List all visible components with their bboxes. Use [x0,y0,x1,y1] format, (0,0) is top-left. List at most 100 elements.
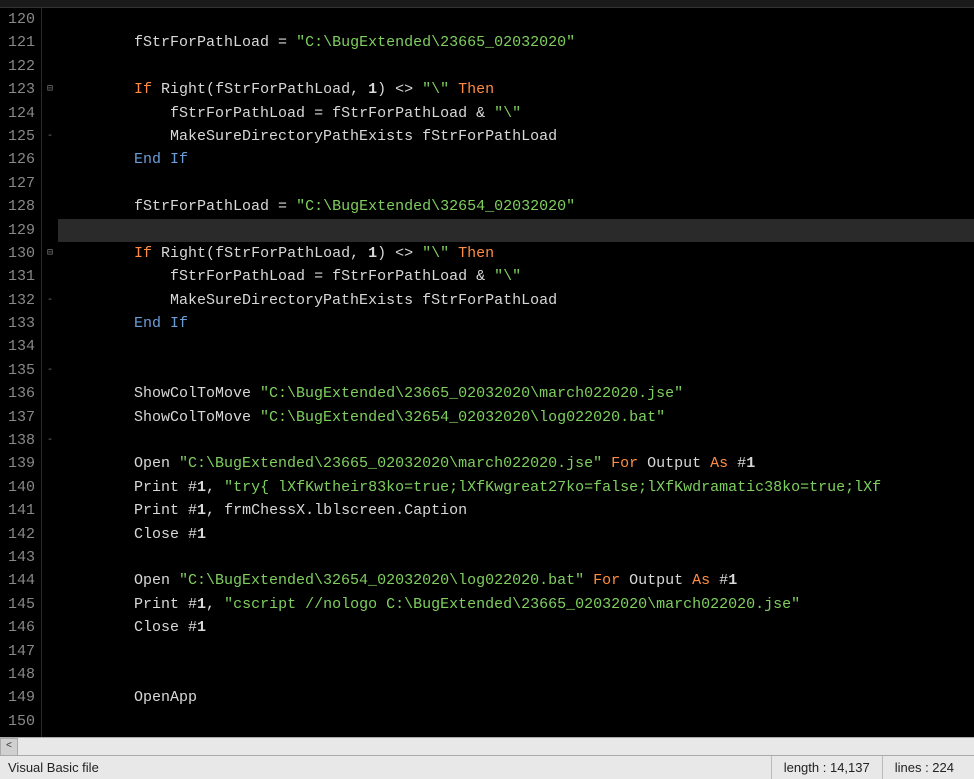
fold-marker [42,523,58,546]
fold-column[interactable]: ⊟ - ⊟ - - - [42,8,58,737]
fold-marker [42,593,58,616]
line-number: 127 [2,172,35,195]
code-line[interactable]: fStrForPathLoad = "C:\BugExtended\23665_… [58,31,974,54]
fold-marker [42,312,58,335]
code-line[interactable] [58,663,974,686]
line-number: 142 [2,523,35,546]
line-number: 133 [2,312,35,335]
code-line[interactable] [58,8,974,31]
line-number: 126 [2,148,35,171]
code-line[interactable] [58,359,974,382]
code-line[interactable]: ShowColToMove "C:\BugExtended\32654_0203… [58,406,974,429]
line-number: 146 [2,616,35,639]
fold-marker [42,31,58,54]
line-number: 141 [2,499,35,522]
line-number: 122 [2,55,35,78]
code-line[interactable]: End If [58,148,974,171]
code-line[interactable]: Open "C:\BugExtended\23665_02032020\marc… [58,452,974,475]
fold-marker [42,476,58,499]
line-number: 136 [2,382,35,405]
line-number: 139 [2,452,35,475]
code-line[interactable] [58,55,974,78]
fold-marker [42,102,58,125]
code-line[interactable]: Print #1, "try{ lXfKwtheir83ko=true;lXfK… [58,476,974,499]
line-number: 128 [2,195,35,218]
code-line[interactable] [58,710,974,733]
code-line[interactable]: OpenApp [58,686,974,709]
status-lines: lines : 224 [882,756,966,779]
code-line[interactable] [58,640,974,663]
code-line[interactable]: fStrForPathLoad = "C:\BugExtended\32654_… [58,195,974,218]
fold-marker [42,265,58,288]
code-line[interactable]: End If [58,312,974,335]
line-number: 129 [2,219,35,242]
line-number: 137 [2,406,35,429]
fold-marker [42,148,58,171]
code-line[interactable]: Print #1, "cscript //nologo C:\BugExtend… [58,593,974,616]
fold-marker [42,616,58,639]
fold-marker [42,663,58,686]
fold-marker [42,546,58,569]
code-line[interactable]: If Right(fStrForPathLoad, 1) <> "\" Then [58,242,974,265]
status-length: length : 14,137 [771,756,882,779]
fold-marker [42,569,58,592]
fold-marker [42,55,58,78]
code-line[interactable] [58,172,974,195]
line-number: 148 [2,663,35,686]
fold-marker[interactable]: - [42,429,58,452]
line-number: 130 [2,242,35,265]
line-number: 138 [2,429,35,452]
line-number: 143 [2,546,35,569]
code-line[interactable]: Open "C:\BugExtended\32654_02032020\log0… [58,569,974,592]
line-number-gutter[interactable]: 1201211221231241251261271281291301311321… [0,8,42,737]
code-line[interactable]: If Right(fStrForPathLoad, 1) <> "\" Then [58,78,974,101]
fold-marker [42,219,58,242]
code-line[interactable] [58,546,974,569]
line-number: 132 [2,289,35,312]
code-line[interactable]: fStrForPathLoad = fStrForPathLoad & "\" [58,102,974,125]
code-line[interactable]: Close #1 [58,523,974,546]
fold-marker[interactable]: - [42,289,58,312]
line-number: 123 [2,78,35,101]
code-line[interactable]: ShowColToMove "C:\BugExtended\23665_0203… [58,382,974,405]
fold-marker[interactable]: - [42,359,58,382]
scroll-left-button[interactable]: < [0,738,18,756]
tab-bar[interactable] [0,0,974,8]
status-bar: Visual Basic file length : 14,137 lines … [0,755,974,779]
fold-marker[interactable]: ⊟ [42,78,58,101]
line-number: 140 [2,476,35,499]
fold-marker [42,172,58,195]
status-filetype: Visual Basic file [8,756,111,779]
fold-marker[interactable]: ⊟ [42,242,58,265]
code-line[interactable] [58,429,974,452]
line-number: 121 [2,31,35,54]
code-line[interactable]: Print #1, frmChessX.lblscreen.Caption [58,499,974,522]
line-number: 150 [2,710,35,733]
line-number: 125 [2,125,35,148]
code-line[interactable]: fStrForPathLoad = fStrForPathLoad & "\" [58,265,974,288]
fold-marker [42,640,58,663]
fold-marker [42,335,58,358]
line-number: 144 [2,569,35,592]
fold-marker[interactable]: - [42,125,58,148]
code-line[interactable] [58,219,974,242]
code-area[interactable]: fStrForPathLoad = "C:\BugExtended\23665_… [58,8,974,737]
line-number: 131 [2,265,35,288]
line-number: 134 [2,335,35,358]
code-line[interactable]: MakeSureDirectoryPathExists fStrForPathL… [58,289,974,312]
fold-marker [42,452,58,475]
fold-marker [42,499,58,522]
line-number: 145 [2,593,35,616]
horizontal-scrollbar[interactable]: < [0,737,974,755]
scroll-track[interactable] [18,738,974,756]
fold-marker [42,8,58,31]
line-number: 124 [2,102,35,125]
fold-marker [42,710,58,733]
line-number: 147 [2,640,35,663]
code-line[interactable]: MakeSureDirectoryPathExists fStrForPathL… [58,125,974,148]
code-line[interactable]: Close #1 [58,616,974,639]
editor-area: 1201211221231241251261271281291301311321… [0,8,974,737]
fold-marker [42,382,58,405]
line-number: 149 [2,686,35,709]
code-line[interactable] [58,335,974,358]
